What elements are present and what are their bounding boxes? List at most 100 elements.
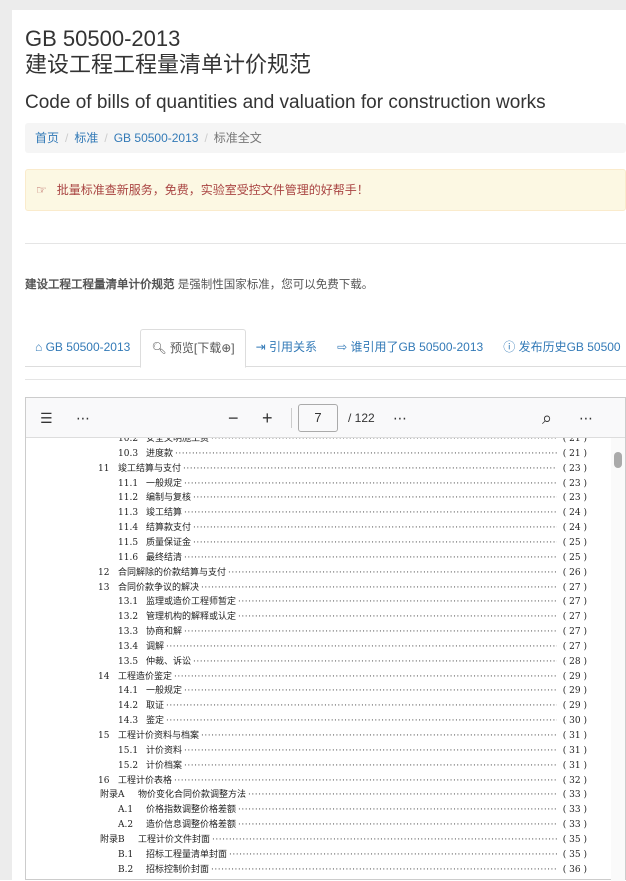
toc-entry: 14.2 取证 ··································… <box>118 699 587 713</box>
tabs: ⌂ GB 50500-2013 🔍︎ 预览[下载⊕] ⇥ 引用关系 ⇨ 谁引用了… <box>25 329 626 368</box>
breadcrumb-standards[interactable]: 标准 <box>74 131 98 145</box>
toc-title: 竣工结算与支付 <box>118 463 182 474</box>
toc-entry: 11.6 最终结清 ································… <box>118 551 587 565</box>
toc-page: ( 26 ) <box>562 567 587 578</box>
toc-page: ( 30 ) <box>562 716 587 727</box>
toc-leader: ········································… <box>201 582 557 593</box>
pdf-page: 10.2 安全文明施工费 ·····························… <box>26 438 612 881</box>
toc-leader: ········································… <box>166 641 557 652</box>
zoom-in-icon[interactable]: + <box>262 398 273 438</box>
home-icon: ⌂ <box>35 340 43 354</box>
toc-entry: A.2 造价信息调整价格差额 ···························… <box>118 818 587 832</box>
toc-title: 竣工结算 <box>146 508 183 519</box>
toc-title: 造价信息调整价格差额 <box>146 820 237 831</box>
tab-references[interactable]: ⇥ 引用关系 <box>246 329 327 366</box>
toc-page: ( 29 ) <box>562 671 587 682</box>
toc-entry: 13.3 协商和解 ································… <box>118 625 587 639</box>
tab-home[interactable]: ⌂ GB 50500-2013 <box>25 329 140 366</box>
toc-entry: 13.2 管理机构的解释或认定 ··························… <box>118 610 587 624</box>
toc-entry: 11 竣工结算与支付 ·······························… <box>98 462 587 476</box>
toc-number: 15.2 <box>118 760 139 771</box>
toc-number: 10.2 <box>118 438 139 444</box>
toc-title: 监理或造价工程师暂定 <box>146 597 237 608</box>
zoom-out-icon[interactable]: − <box>228 398 239 438</box>
hand-point-right-icon: ☞ <box>36 183 47 197</box>
toc-number: B.1 <box>118 849 134 860</box>
toc-leader: ········································… <box>184 552 557 563</box>
toc-title: 工程计价表格 <box>118 775 173 786</box>
toc-page: ( 27 ) <box>562 582 587 593</box>
search-icon[interactable]: ⌕ <box>542 398 552 438</box>
title-code: GB 50500-2013 <box>25 26 181 51</box>
toc-page: ( 25 ) <box>562 537 587 548</box>
toc-entry: 13.1 监理或造价工程师暂定 ··························… <box>118 595 587 609</box>
sign-out-icon: ⇨ <box>337 340 348 354</box>
tab-preview[interactable]: 🔍︎ 预览[下载⊕] <box>140 329 246 368</box>
toc-number: A.2 <box>118 820 134 831</box>
more-icon[interactable]: ⋯ <box>579 398 593 438</box>
toc-number: 14.3 <box>118 716 139 727</box>
promo-alert[interactable]: ☞ 批量标准查新服务，免费，实验室受控文件管理的好帮手！ <box>25 169 626 211</box>
toc-number: 13 <box>98 582 110 593</box>
toc-entry: B.1 招标工程量清单封面 ····························… <box>118 848 587 862</box>
toc-entry: 13.4 调解 ··································… <box>118 640 587 654</box>
toc-number: A.1 <box>118 805 134 816</box>
toc-title: 最终结清 <box>146 552 183 563</box>
toc-number: 15 <box>98 731 110 741</box>
toc-title: 工程计价资料与档案 <box>118 731 200 741</box>
toc-leader: ········································… <box>238 612 557 623</box>
toc-page: ( 31 ) <box>562 731 587 741</box>
description-name: 建设工程工程量清单计价规范 <box>25 279 175 291</box>
scrollbar[interactable] <box>611 438 625 881</box>
page-total: / 122 <box>348 411 375 425</box>
toc-entry: A.1 价格指数调整价格差额 ···························… <box>118 803 587 817</box>
toc-entry: 11.3 竣工结算 ································… <box>118 506 587 520</box>
toc-leader: ········································… <box>238 597 557 608</box>
toc-title: 进度款 <box>146 448 174 459</box>
toc-title: 安全文明施工费 <box>146 438 210 444</box>
toc-title: 工程计价文件封面 <box>138 834 211 845</box>
toc-entry: 15 工程计价资料与档案 ·····························… <box>98 729 587 743</box>
toc-leader: ········································… <box>184 478 557 489</box>
breadcrumb-gb[interactable]: GB 50500-2013 <box>114 131 199 145</box>
toc-page: ( 24 ) <box>562 508 587 519</box>
toc-number: 11.5 <box>118 537 139 548</box>
toc-number: 11.3 <box>118 508 139 519</box>
toc-title: 一般规定 <box>146 478 183 489</box>
toc-leader: ········································… <box>174 775 557 786</box>
toc-title: 鉴定 <box>146 716 165 727</box>
toc-leader: ········································… <box>193 656 557 667</box>
breadcrumb-home[interactable]: 首页 <box>35 131 59 145</box>
more-icon[interactable]: ⋯ <box>76 398 90 438</box>
toc-title: 调解 <box>146 641 165 652</box>
toc-page: ( 33 ) <box>562 820 587 831</box>
toc-number: 13.2 <box>118 612 139 623</box>
toc-title: 协商和解 <box>146 627 183 638</box>
toc-page: ( 25 ) <box>562 552 587 563</box>
description-text: 是强制性国家标准，您可以免费下载。 <box>174 279 374 291</box>
toc-title: 价格指数调整价格差额 <box>146 805 237 816</box>
toc-title: 计价资料 <box>146 745 183 756</box>
toc-title: 取证 <box>146 701 165 712</box>
page-number-input[interactable]: 7 <box>298 404 338 432</box>
page-title: GB 50500-2013 建设工程工程量清单计价规范 <box>25 26 626 78</box>
sidebar-toggle-icon[interactable]: ☰ <box>40 398 53 438</box>
toc-leader: ········································… <box>184 760 557 771</box>
toc-page: ( 27 ) <box>562 627 587 638</box>
toc-leader: ········································… <box>193 523 557 534</box>
toc-entry: 14.3 鉴定 ··································… <box>118 714 587 728</box>
toc-page: ( 29 ) <box>562 701 587 712</box>
tab-cited-by[interactable]: ⇨ 谁引用了GB 50500-2013 <box>327 329 493 366</box>
toc-number: 13.5 <box>118 656 139 667</box>
toc-leader: ········································… <box>193 493 557 504</box>
tab-history[interactable]: ⓘ 发布历史GB 50500 <box>493 329 626 366</box>
toc-number: 13.1 <box>118 597 139 608</box>
toc-leader: ········································… <box>248 790 557 801</box>
top-strip <box>0 0 626 10</box>
toc-number: 11.2 <box>118 493 139 504</box>
scrollbar-thumb[interactable] <box>614 452 622 468</box>
toc-page: ( 24 ) <box>562 523 587 534</box>
toc-entry: 13.5 仲裁、诉讼 ·······························… <box>118 655 587 669</box>
more-icon[interactable]: ⋯ <box>393 398 407 438</box>
toc-entry: 附录B 工程计价文件封面 ·····························… <box>100 833 587 847</box>
